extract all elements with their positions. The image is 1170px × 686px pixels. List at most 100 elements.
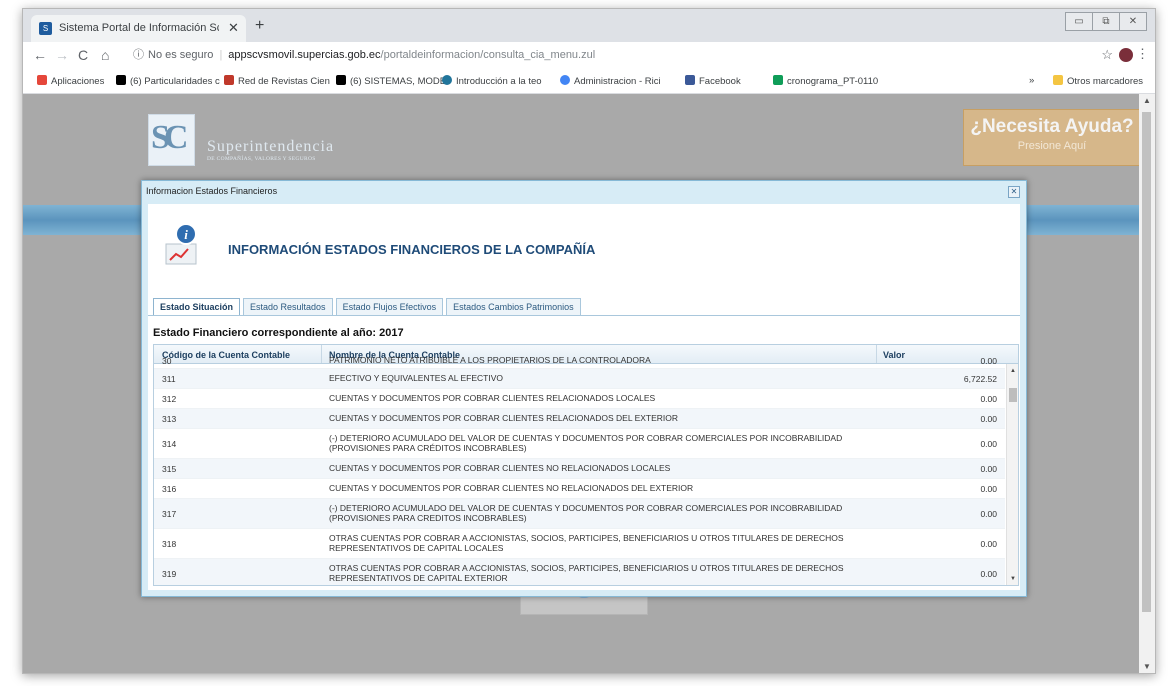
tabs-divider xyxy=(148,315,1020,316)
page-scroll-thumb[interactable] xyxy=(1142,112,1151,612)
financial-info-modal: Informacion Estados Financieros ✕ i INFO… xyxy=(141,180,1027,597)
tab-estado-flujos[interactable]: Estado Flujos Efectivos xyxy=(335,298,444,315)
letter-a-icon xyxy=(116,75,126,85)
minimize-button[interactable]: ▭ xyxy=(1065,12,1093,31)
folder-icon xyxy=(1053,75,1063,85)
profile-avatar[interactable] xyxy=(1119,48,1133,62)
period-label: Estado Financiero correspondiente al año… xyxy=(153,327,404,339)
bookmark-star-icon[interactable]: ☆ xyxy=(1101,47,1113,63)
browser-toolbar: ← → C ⌂ ⓘ No es seguro | appscvsmovil.super… xyxy=(23,42,1155,69)
bookmark-administracion[interactable]: Administracion - Rici xyxy=(560,75,661,87)
bookmark-cronograma[interactable]: cronograma_PT-0110 xyxy=(773,75,878,87)
supercias-logo[interactable]: SC xyxy=(148,114,195,166)
cell-code: 318 xyxy=(162,539,177,549)
bookmark-sistemas[interactable]: (6) SISTEMAS, MODE xyxy=(336,75,446,87)
bookmark-introduccion[interactable]: Introducción a la teo xyxy=(442,75,542,87)
logo-subtitle: DE COMPAÑÍAS, VALORES Y SEGUROS xyxy=(207,156,316,162)
other-bookmarks[interactable]: Otros marcadores xyxy=(1053,75,1143,87)
cell-name: OTRAS CUENTAS POR COBRAR A ACCIONISTAS, … xyxy=(329,533,844,553)
cell-value: 0.00 xyxy=(980,539,997,549)
sheets-icon xyxy=(773,75,783,85)
table-row[interactable]: 317 (-) DETERIORO ACUMULADO DEL VALOR DE… xyxy=(154,499,1005,529)
bookmark-apps[interactable]: Aplicaciones xyxy=(37,75,104,87)
table-scroll-thumb[interactable] xyxy=(1009,388,1017,402)
cell-code: 317 xyxy=(162,509,177,519)
info-icon[interactable]: ⓘ xyxy=(133,49,144,61)
table-row[interactable]: 318 OTRAS CUENTAS POR COBRAR A ACCIONIST… xyxy=(154,529,1005,559)
back-icon[interactable]: ← xyxy=(33,47,47,63)
table-row[interactable]: 315 CUENTAS Y DOCUMENTOS POR COBRAR CLIE… xyxy=(154,459,1005,479)
cell-code: 313 xyxy=(162,414,177,424)
site-favicon-icon: S xyxy=(39,22,52,35)
table-row[interactable]: 311 EFECTIVO Y EQUIVALENTES AL EFECTIVO … xyxy=(154,369,1005,389)
new-tab-button[interactable]: + xyxy=(255,17,264,35)
cell-value: 0.00 xyxy=(980,439,997,449)
scroll-down-arrow-icon[interactable]: ▼ xyxy=(1010,576,1016,582)
cell-name: (-) DETERIORO ACUMULADO DEL VALOR DE CUE… xyxy=(329,503,843,523)
bookmark-particularidades[interactable]: (6) Particularidades c xyxy=(116,75,220,87)
window-controls: ▭ ⧉ ✕ xyxy=(1065,12,1147,31)
apps-icon xyxy=(37,75,47,85)
letter-a-icon xyxy=(336,75,346,85)
modal-body: i INFORMACIÓN ESTADOS FINANCIEROS DE LA … xyxy=(148,204,1020,590)
page-scroll-up-icon[interactable]: ▲ xyxy=(1143,96,1151,105)
tab-estado-resultados[interactable]: Estado Resultados xyxy=(243,298,333,315)
table-row[interactable]: 319 OTRAS CUENTAS POR COBRAR A ACCIONIST… xyxy=(154,559,1005,585)
page-scroll-down-icon[interactable]: ▼ xyxy=(1143,662,1151,671)
close-tab-icon[interactable]: ✕ xyxy=(228,20,239,36)
accounts-table: Código de la Cuenta Contable Nombre de l… xyxy=(153,344,1019,586)
menu-kebab-icon[interactable]: ⋮ xyxy=(1136,46,1149,62)
url-path: /portaldeinformacion/consulta_cia_menu.z… xyxy=(380,49,596,61)
tab-title: Sistema Portal de Información Sc xyxy=(59,22,219,34)
bookmarks-bar: Aplicaciones (6) Particularidades c Red … xyxy=(23,69,1155,94)
tab-cambios-patrimonio[interactable]: Estados Cambios Patrimonios xyxy=(446,298,581,315)
bookmark-facebook[interactable]: Facebook xyxy=(685,75,741,87)
cell-code: 312 xyxy=(162,394,177,404)
table-row[interactable]: 316 CUENTAS Y DOCUMENTOS POR COBRAR CLIE… xyxy=(154,479,1005,499)
table-scrollbar[interactable]: ▲ ▼ xyxy=(1006,364,1018,585)
tab-strip: S Sistema Portal de Información Sc ✕ + ▭… xyxy=(23,9,1155,42)
facebook-icon xyxy=(685,75,695,85)
statement-tabs: Estado Situación Estado Resultados Estad… xyxy=(153,298,584,316)
cell-name: CUENTAS Y DOCUMENTOS POR COBRAR CLIENTES… xyxy=(329,483,694,493)
cell-code: 314 xyxy=(162,439,177,449)
address-bar[interactable]: ⓘ No es seguro | appscvsmovil.supercias.gob… xyxy=(133,45,1063,65)
browser-window: S Sistema Portal de Información Sc ✕ + ▭… xyxy=(22,8,1156,674)
cell-name: CUENTAS Y DOCUMENTOS POR COBRAR CLIENTES… xyxy=(329,393,656,403)
help-button[interactable]: ¿Necesita Ayuda? Presione Aquí xyxy=(963,109,1139,166)
reload-icon[interactable]: C xyxy=(78,47,88,63)
cell-value: 6,722.52 xyxy=(963,374,997,384)
forward-icon[interactable]: → xyxy=(55,47,69,63)
cell-value: 0.00 xyxy=(980,414,997,424)
table-row[interactable]: 30 PATRIMONIO NETO ATRIBUIBLE A LOS PROP… xyxy=(154,354,1005,369)
cell-code: 30 xyxy=(162,356,172,366)
modal-heading: INFORMACIÓN ESTADOS FINANCIEROS DE LA CO… xyxy=(228,242,596,257)
bookmark-redalyc[interactable]: Red de Revistas Cien xyxy=(224,75,330,87)
tab-estado-situacion[interactable]: Estado Situación xyxy=(153,298,241,316)
cell-name: PATRIMONIO NETO ATRIBUIBLE A LOS PROPIET… xyxy=(329,355,651,365)
more-bookmarks-button[interactable]: » xyxy=(1029,75,1034,86)
table-row[interactable]: 312 CUENTAS Y DOCUMENTOS POR COBRAR CLIE… xyxy=(154,389,1005,409)
page-content: SC Superintendencia DE COMPAÑÍAS, VALORE… xyxy=(23,94,1139,673)
modal-close-button[interactable]: ✕ xyxy=(1008,186,1020,198)
table-row[interactable]: 313 CUENTAS Y DOCUMENTOS POR COBRAR CLIE… xyxy=(154,409,1005,429)
browser-tab[interactable]: S Sistema Portal de Información Sc ✕ xyxy=(31,15,246,42)
logo-title: Superintendencia xyxy=(207,138,335,155)
google-icon xyxy=(560,75,570,85)
cell-value: 0.00 xyxy=(980,509,997,519)
cell-code: 315 xyxy=(162,464,177,474)
cell-name: CUENTAS Y DOCUMENTOS POR COBRAR CLIENTES… xyxy=(329,413,679,423)
cell-value: 0.00 xyxy=(980,484,997,494)
cell-code: 316 xyxy=(162,484,177,494)
cell-name: EFECTIVO Y EQUIVALENTES AL EFECTIVO xyxy=(329,373,503,383)
home-icon[interactable]: ⌂ xyxy=(101,47,109,63)
financial-info-icon: i xyxy=(165,223,197,265)
page-scrollbar[interactable]: ▲ ▼ xyxy=(1139,94,1155,673)
cell-value: 0.00 xyxy=(980,569,997,579)
table-row[interactable]: 314 (-) DETERIORO ACUMULADO DEL VALOR DE… xyxy=(154,429,1005,459)
url-separator: | xyxy=(219,49,223,61)
close-window-button[interactable]: ✕ xyxy=(1119,12,1147,31)
restore-button[interactable]: ⧉ xyxy=(1092,12,1120,31)
cell-value: 0.00 xyxy=(980,464,997,474)
scroll-up-arrow-icon[interactable]: ▲ xyxy=(1010,368,1016,374)
